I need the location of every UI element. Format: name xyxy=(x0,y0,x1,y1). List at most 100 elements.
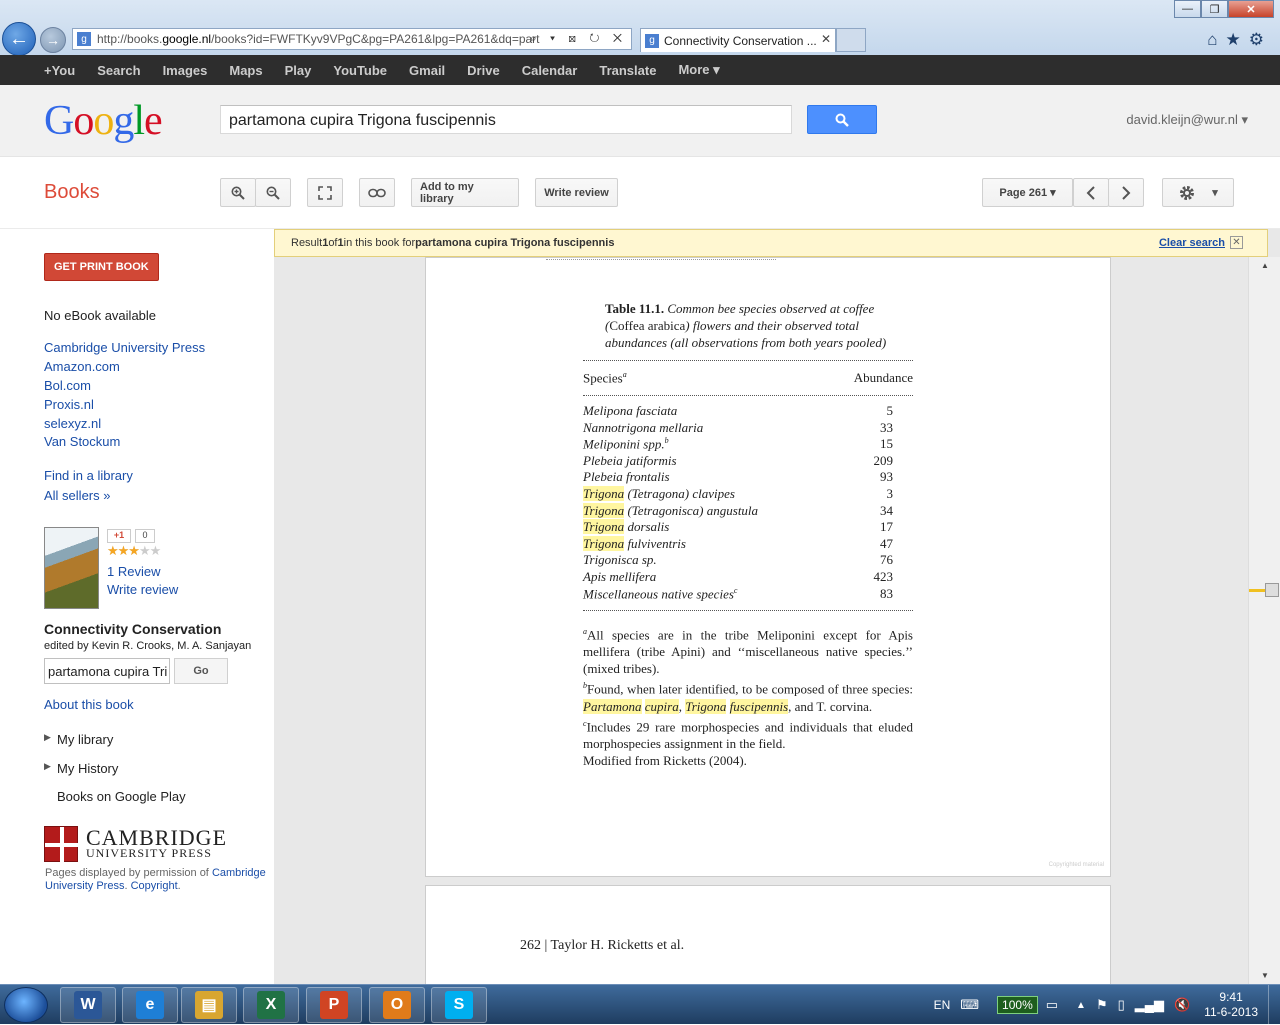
write-review-button[interactable]: Write review xyxy=(535,178,618,207)
taskbar-app-button[interactable]: e xyxy=(122,987,178,1023)
battery-meter[interactable]: 100% xyxy=(997,996,1038,1014)
close-window-button[interactable]: ✕ xyxy=(1228,0,1274,18)
book-viewer[interactable]: Table 11.1. Common bee species observed … xyxy=(274,229,1280,984)
table-row: Miscellaneous native speciesc 83 xyxy=(583,586,893,603)
source-note: Modified from Ricketts (2004). xyxy=(583,752,747,768)
book-cover-image[interactable] xyxy=(44,527,99,609)
seller-link-amazon[interactable]: Amazon.com xyxy=(44,359,120,374)
back-button[interactable]: ← xyxy=(2,22,36,56)
back-arrow-icon: ← xyxy=(9,27,29,50)
find-in-library-link[interactable]: Find in a library xyxy=(44,468,133,483)
search-button[interactable] xyxy=(807,105,877,134)
google-nav-bar: +You Search Images Maps Play YouTube Gma… xyxy=(0,55,1280,85)
search-hit-marker[interactable] xyxy=(1249,589,1265,592)
page-select[interactable]: Page 261 ▾ xyxy=(982,178,1073,207)
address-tools-icons[interactable]: ⌕ ▾ ⊠ ↻ ✕ xyxy=(530,31,627,46)
all-sellers-link[interactable]: All sellers » xyxy=(44,488,110,503)
scroll-thumb[interactable] xyxy=(1265,583,1279,597)
viewer-scrollbar[interactable]: ▲ ▼ xyxy=(1248,257,1280,984)
address-url[interactable]: http://books.google.nl/books?id=FWFTKyv9… xyxy=(97,32,540,46)
link-button[interactable] xyxy=(359,178,395,207)
tab-favicon-icon: g xyxy=(645,33,659,48)
seller-link-bol[interactable]: Bol.com xyxy=(44,378,91,393)
new-tab-button[interactable] xyxy=(836,28,866,52)
gbar-item-play[interactable]: Play xyxy=(285,63,312,78)
power-icon[interactable]: ▭ xyxy=(1046,997,1058,1013)
account-menu[interactable]: david.kleijn@wur.nl ▾ xyxy=(1126,112,1248,128)
taskbar-app-button[interactable]: X xyxy=(243,987,299,1023)
scroll-down-icon[interactable]: ▼ xyxy=(1261,971,1269,980)
about-book-link[interactable]: About this book xyxy=(44,697,134,712)
cambridge-subtitle: UNIVERSITY PRESS xyxy=(86,846,212,860)
forward-button[interactable]: → xyxy=(40,27,66,53)
prev-page-button[interactable] xyxy=(1073,178,1109,207)
taskbar-app-button[interactable]: S xyxy=(431,987,487,1023)
fullscreen-button[interactable] xyxy=(307,178,343,207)
gbar-item-images[interactable]: Images xyxy=(163,63,208,78)
gbar-item-search[interactable]: Search xyxy=(97,63,140,78)
tab-close-icon[interactable]: ✕ xyxy=(821,32,831,46)
add-to-library-button[interactable]: Add to my library xyxy=(411,178,519,207)
taskbar-app-button[interactable]: ▤ xyxy=(181,987,237,1023)
usb-device-icon[interactable]: ▯ xyxy=(1118,997,1125,1013)
clock[interactable]: 9:41 11-6-2013 xyxy=(1204,990,1258,1020)
link-icon xyxy=(368,188,386,197)
maximize-button[interactable]: ❐ xyxy=(1201,0,1228,18)
address-bar[interactable]: g http://books.google.nl/books?id=FWFTKy… xyxy=(72,28,632,50)
book-page-262: 262 | Taylor H. Ricketts et al. xyxy=(425,885,1111,984)
taskbar-app-button[interactable]: P xyxy=(306,987,362,1023)
rating-stars: ★★★★★★★★★★★★★★★ xyxy=(107,543,161,559)
seller-link-selexyz[interactable]: selexyz.nl xyxy=(44,416,101,431)
taskbar-app-button[interactable]: O xyxy=(369,987,425,1023)
get-print-book-button[interactable]: GET PRINT BOOK xyxy=(44,253,159,281)
scroll-up-icon[interactable]: ▲ xyxy=(1261,261,1269,270)
next-page-button[interactable] xyxy=(1108,178,1144,207)
gbar-item-calendar[interactable]: Calendar xyxy=(522,63,578,78)
seller-link-proxis[interactable]: Proxis.nl xyxy=(44,397,94,412)
table-row: Plebeia frontalis 93 xyxy=(583,469,893,486)
my-library-link[interactable]: My library xyxy=(57,732,113,747)
language-indicator[interactable]: EN xyxy=(934,998,951,1012)
gbar-item-maps[interactable]: Maps xyxy=(229,63,262,78)
clear-search-link[interactable]: Clear search xyxy=(1159,237,1225,249)
show-desktop-button[interactable] xyxy=(1268,985,1280,1025)
zoom-in-button[interactable] xyxy=(220,178,256,207)
gbar-item-translate[interactable]: Translate xyxy=(599,63,656,78)
plusone-button[interactable]: +1 xyxy=(107,529,131,543)
close-icon[interactable]: ✕ xyxy=(1230,236,1243,249)
books-title[interactable]: Books xyxy=(44,181,100,204)
table-row: Melipona fasciata 5 xyxy=(583,403,893,420)
minimize-button[interactable]: — xyxy=(1174,0,1201,18)
seller-link-vanstockum[interactable]: Van Stockum xyxy=(44,434,120,449)
volume-muted-icon[interactable]: 🔇 xyxy=(1174,997,1190,1013)
search-input[interactable]: partamona cupira Trigona fuscipennis xyxy=(220,105,792,134)
species-table: Speciesa Abundance Melipona fasciata 5 Nan… xyxy=(583,360,913,620)
settings-menu-button[interactable]: ▾ xyxy=(1162,178,1234,207)
gbar-item-drive[interactable]: Drive xyxy=(467,63,500,78)
seller-link-cambridge[interactable]: Cambridge University Press xyxy=(44,340,205,355)
abundance-value: 93 xyxy=(880,469,893,485)
taskbar-app-button[interactable]: W xyxy=(60,987,116,1023)
write-review-link[interactable]: Write review xyxy=(107,582,178,597)
books-on-play-link[interactable]: Books on Google Play xyxy=(57,789,186,804)
go-button[interactable]: Go xyxy=(174,658,228,684)
browser-tab-active[interactable]: g Connectivity Conservation ... ✕ xyxy=(640,28,836,52)
copyright-link[interactable]: Copyright xyxy=(131,880,178,892)
google-logo[interactable]: Google xyxy=(44,97,163,145)
search-in-book-input[interactable]: partamona cupira Tri xyxy=(44,658,170,684)
reviews-link[interactable]: 1 Review xyxy=(107,564,160,579)
home-favorites-settings-icons[interactable]: ⌂★⚙ xyxy=(1207,30,1272,50)
network-signal-icon[interactable]: ▂▄▆ xyxy=(1135,997,1164,1013)
action-center-flag-icon[interactable]: ⚑ xyxy=(1096,997,1108,1013)
zoom-out-button[interactable] xyxy=(255,178,291,207)
gbar-item-you[interactable]: +You xyxy=(44,63,75,78)
gbar-item-youtube[interactable]: YouTube xyxy=(333,63,387,78)
tab-title: Connectivity Conservation ... xyxy=(664,33,817,48)
my-history-link[interactable]: My History xyxy=(57,761,118,776)
gbar-item-gmail[interactable]: Gmail xyxy=(409,63,445,78)
show-hidden-icons-icon[interactable]: ▲ xyxy=(1076,1000,1086,1011)
start-button[interactable] xyxy=(4,987,48,1023)
keyboard-icon[interactable]: ⌨ xyxy=(960,997,979,1013)
gbar-item-more[interactable]: More ▾ xyxy=(678,62,719,78)
abundance-value: 17 xyxy=(880,519,893,535)
